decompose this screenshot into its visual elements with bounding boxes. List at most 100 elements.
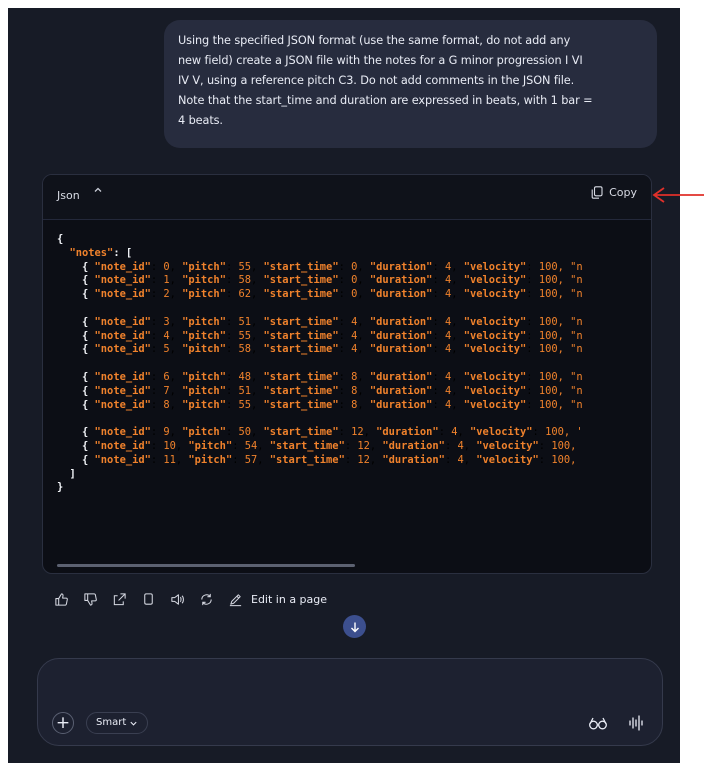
json-key: "pitch" (182, 343, 226, 356)
json-truncated-tail: , "n (557, 315, 583, 328)
note-line: { "note_id": 7, "pitch": 51, "start_time… (82, 384, 583, 397)
json-key: "start_time" (269, 439, 345, 452)
json-truncated-tail: , "n (557, 384, 583, 397)
json-key: "duration" (369, 384, 433, 397)
json-value: 2 (163, 288, 170, 301)
json-value: 4 (444, 260, 452, 273)
scroll-down-button[interactable] (343, 615, 366, 638)
message-input[interactable] (56, 673, 640, 701)
json-value: 10 (163, 439, 176, 452)
json-key: "duration" (376, 426, 439, 439)
copy-code-button[interactable]: Copy (591, 186, 637, 199)
json-value: 100 (538, 370, 558, 383)
horizontal-scrollbar[interactable] (57, 564, 355, 567)
json-key: "notes" (69, 246, 114, 259)
json-key: "pitch" (182, 370, 226, 383)
chevron-up-icon[interactable] (93, 185, 103, 198)
json-value: 0 (163, 260, 170, 273)
copy-message-button[interactable] (139, 590, 157, 608)
note-line: { "note_id": 1, "pitch": 58, "start_time… (82, 274, 583, 287)
json-key: "start_time" (263, 426, 339, 439)
mode-selector[interactable]: Smart (86, 712, 149, 734)
json-value: 4 (351, 315, 358, 328)
glasses-icon[interactable] (588, 714, 608, 732)
json-value: 8 (351, 384, 358, 397)
read-aloud-button[interactable] (168, 590, 186, 608)
code-content: { "notes": [ { "note_id": 0, "pitch": 55… (43, 220, 651, 561)
note-line: { "note_id": 6, "pitch": 48, "start_time… (82, 370, 583, 383)
json-key: "start_time" (263, 384, 339, 397)
json-value: 4 (351, 343, 358, 356)
json-value: 100 (538, 260, 558, 273)
json-value: 8 (163, 398, 170, 411)
speaker-icon (170, 593, 184, 605)
json-value: 0 (351, 288, 358, 301)
json-key: "velocity" (463, 343, 527, 356)
note-line: { "note_id": 5, "pitch": 58, "start_time… (82, 343, 583, 356)
json-key: "start_time" (263, 398, 339, 411)
edit-in-page-label[interactable]: Edit in a page (251, 593, 327, 606)
json-key: "duration" (369, 398, 433, 411)
json-key: "note_id" (94, 329, 151, 342)
json-value: 4 (444, 329, 452, 342)
add-attachment-button[interactable]: + (52, 712, 74, 734)
share-icon (113, 592, 126, 605)
json-value: 1 (163, 274, 170, 287)
json-key: "duration" (382, 453, 445, 466)
note-line: { "note_id": 3, "pitch": 51, "start_time… (82, 315, 583, 328)
json-key: "velocity" (463, 398, 527, 411)
json-key: "pitch" (182, 329, 226, 342)
thumbs-down-button[interactable] (81, 590, 99, 608)
json-bracket: : [ (113, 246, 133, 259)
json-value: 48 (238, 370, 251, 383)
json-value: 62 (238, 288, 251, 301)
message-composer: + Smart (37, 658, 663, 746)
regenerate-button[interactable] (197, 590, 215, 608)
note-line: { "note_id": 0, "pitch": 55, "start_time… (82, 260, 583, 273)
json-key: "velocity" (476, 453, 539, 466)
json-value: 8 (351, 398, 358, 411)
json-value: 51 (238, 315, 251, 328)
json-truncated-tail: , "n (557, 274, 583, 287)
json-key: "start_time" (269, 453, 345, 466)
json-key: "duration" (369, 274, 433, 287)
json-key: "pitch" (188, 453, 233, 466)
json-value: 4 (163, 329, 170, 342)
json-truncated-tail: , "n (557, 398, 583, 411)
note-line: { "note_id": 11, "pitch": 57, "start_tim… (82, 453, 577, 466)
voice-waveform-icon[interactable] (628, 714, 644, 732)
json-value: 6 (163, 370, 170, 383)
thumbs-up-button[interactable] (52, 590, 70, 608)
chat-window: Using the specified JSON format (use the… (8, 8, 680, 763)
json-key: "velocity" (469, 426, 533, 439)
json-value: 55 (238, 260, 251, 273)
json-key: "note_id" (94, 453, 151, 466)
copy-icon (143, 592, 153, 605)
json-value: 12 (357, 453, 370, 466)
json-value: 11 (163, 453, 176, 466)
edit-in-page-button[interactable] (226, 590, 244, 608)
json-value: 12 (357, 439, 370, 452)
json-value: 4 (444, 370, 452, 383)
note-line: { "note_id": 2, "pitch": 62, "start_time… (82, 288, 583, 301)
json-key: "start_time" (263, 315, 339, 328)
copy-label: Copy (609, 186, 637, 199)
json-key: "note_id" (94, 343, 151, 356)
json-key: "pitch" (182, 288, 226, 301)
json-truncated-tail: , (570, 439, 577, 452)
json-value: 58 (238, 274, 251, 287)
json-value: 4 (457, 453, 464, 466)
json-value: 100 (538, 274, 558, 287)
json-key: "start_time" (263, 260, 339, 273)
json-key: "note_id" (94, 384, 151, 397)
note-line: { "note_id": 10, "pitch": 54, "start_tim… (82, 439, 577, 452)
code-header: Json Copy (43, 175, 651, 220)
share-button[interactable] (110, 590, 128, 608)
json-value: 0 (351, 274, 358, 287)
json-value: 100 (538, 384, 558, 397)
json-key: "duration" (369, 370, 433, 383)
json-value: 100 (538, 329, 558, 342)
json-truncated-tail: , "n (557, 370, 583, 383)
json-key: "pitch" (182, 398, 226, 411)
edit-pen-icon (229, 593, 241, 606)
